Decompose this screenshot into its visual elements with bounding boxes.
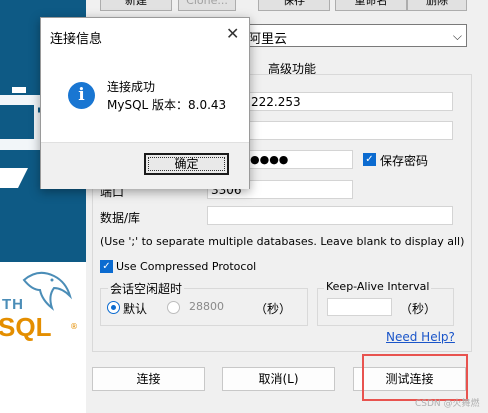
cancel-button[interactable]: 取消(L) [222, 367, 335, 391]
compressed-protocol-checkbox[interactable]: ✓ [100, 260, 113, 273]
dialog-footer: 确定 [41, 142, 249, 189]
idle-timeout-title: 会话空闲超时 [108, 280, 185, 297]
default-timeout-label: 默认 [123, 302, 148, 316]
dolphin-icon [22, 271, 73, 311]
close-icon[interactable]: ✕ [226, 24, 239, 43]
connection-info-dialog: 连接信息 ✕ i 连接成功 MySQL 版本：8.0.43 确定 [40, 17, 250, 189]
save-password-label: 保存密码 [380, 154, 429, 168]
chevron-down-icon: ⌵ [452, 29, 462, 43]
connection-select-value: 阿里云 [248, 32, 288, 47]
connection-select[interactable]: 阿里云 ⌵ [243, 24, 467, 47]
registered-mark: ® [70, 322, 78, 331]
keepalive-unit: （秒） [400, 302, 437, 316]
password-field-value: ●●●● [250, 153, 289, 166]
keepalive-title: Keep-Alive Interval [324, 280, 432, 293]
ok-button[interactable]: 确定 [144, 153, 229, 175]
ok-focus-ring [148, 157, 225, 171]
highlight-box [362, 354, 468, 401]
rename-button[interactable]: 重命名 [335, 0, 407, 11]
info-icon: i [68, 82, 95, 109]
logo-text-main: SQL [0, 312, 52, 342]
custom-timeout-value[interactable]: 28800 [189, 300, 224, 313]
database-label: 数据/库 [100, 211, 141, 225]
connect-button[interactable]: 连接 [92, 367, 205, 391]
database-hint: (Use ';' to separate multiple databases.… [100, 235, 465, 248]
delete-button[interactable]: 删除 [407, 0, 467, 11]
logo-text-top: TH [2, 296, 24, 313]
compressed-protocol-label: Use Compressed Protocol [116, 260, 257, 273]
dialog-title: 连接信息 [50, 32, 103, 47]
save-password-checkbox[interactable]: ✓ [363, 153, 376, 166]
dialog-message-line2: MySQL 版本：8.0.43 [107, 98, 227, 112]
custom-timeout-radio[interactable] [167, 301, 180, 314]
host-field-value: 222.253 [251, 95, 301, 109]
dialog-message-line1: 连接成功 [107, 80, 156, 94]
mysql-logo: TH SQL ® [0, 262, 86, 347]
save-button[interactable]: 保存 [258, 0, 330, 11]
keepalive-field[interactable] [327, 298, 392, 316]
watermark: CSDN @火舞燃 [415, 399, 480, 409]
database-field[interactable] [207, 206, 453, 225]
new-button[interactable]: 新建 [100, 0, 172, 11]
need-help-link[interactable]: Need Help? [386, 330, 455, 344]
default-timeout-radio[interactable] [107, 301, 120, 314]
idle-timeout-unit: （秒） [255, 302, 292, 316]
clone-button[interactable]: Clone... [178, 0, 236, 11]
